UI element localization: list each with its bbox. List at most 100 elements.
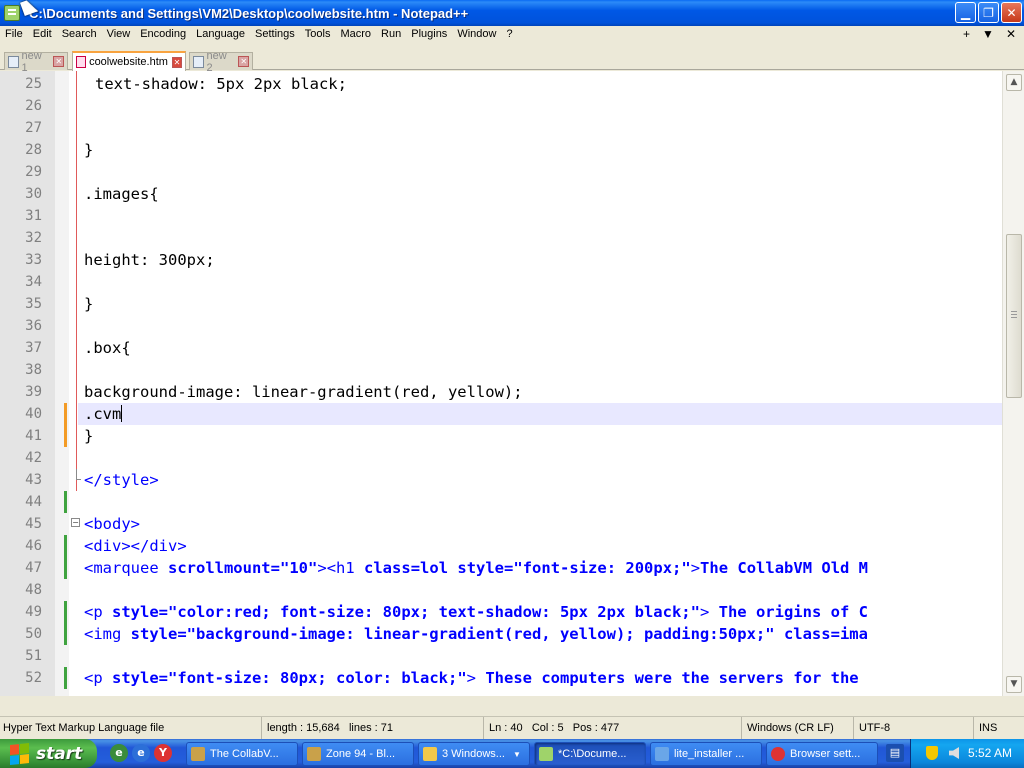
menu-search[interactable]: Search (57, 26, 102, 43)
saved-change-marker (64, 601, 67, 623)
taskbar-item-lite-installer[interactable]: lite_installer ... (650, 742, 762, 766)
menu-right-controls: + ▼ ✕ (963, 26, 1016, 43)
code-line[interactable]: 51 (0, 645, 1002, 667)
tab-list-icon[interactable]: ▼ (982, 26, 994, 43)
code-line[interactable]: 49 <p style="color:red; font-size: 80px;… (0, 601, 1002, 623)
code-line[interactable]: 52 <p style="font-size: 80px; color: bla… (0, 667, 1002, 689)
title-bar[interactable]: *C:\Documents and Settings\VM2\Desktop\c… (0, 0, 1024, 26)
code-line[interactable]: 28 } (0, 139, 1002, 161)
code-line[interactable]: 37 .box{ (0, 337, 1002, 359)
menu-view[interactable]: View (102, 26, 136, 43)
volume-icon[interactable] (949, 747, 959, 759)
code-line[interactable]: 29 (0, 161, 1002, 183)
notepadpp-icon[interactable] (4, 5, 20, 21)
line-text: </style> (84, 471, 159, 489)
tab-new-2[interactable]: new 2 ✕ (189, 50, 253, 74)
menu-help[interactable]: ? (501, 26, 517, 43)
menu-plugins[interactable]: Plugins (406, 26, 452, 43)
line-number: 36 (25, 318, 42, 334)
tab-label: new 1 (21, 49, 42, 74)
code-editor[interactable]: 25 text-shadow: 5px 2px black; 26 27 28 … (0, 71, 1024, 696)
line-number: 46 (25, 538, 42, 554)
line-text: <marquee scrollmount="10"><h1 class=lol … (84, 559, 869, 577)
tab-new-1[interactable]: new 1 ✕ (4, 50, 68, 74)
code-line-current[interactable]: 40 .cvm (0, 403, 1002, 425)
close-button[interactable]: ✕ (1001, 2, 1022, 23)
menu-run[interactable]: Run (376, 26, 406, 43)
taskbar-item-zone94[interactable]: Zone 94 - Bl... (302, 742, 414, 766)
yandex-browser-icon[interactable]: Y (154, 744, 172, 762)
menu-settings[interactable]: Settings (250, 26, 300, 43)
start-button[interactable]: start (0, 739, 97, 768)
status-encoding[interactable]: UTF-8 (856, 717, 974, 739)
status-insert-mode[interactable]: INS (976, 717, 1024, 739)
code-line[interactable]: 39 background-image: linear-gradient(red… (0, 381, 1002, 403)
maximize-button[interactable]: ❐ (978, 2, 999, 23)
code-line[interactable]: 50 <img style="background-image: linear-… (0, 623, 1002, 645)
close-document-icon[interactable]: ✕ (1006, 26, 1016, 43)
code-line[interactable]: 26 (0, 95, 1002, 117)
taskbar-item-collabvm[interactable]: The CollabV... (186, 742, 298, 766)
code-line[interactable]: 38 (0, 359, 1002, 381)
code-line[interactable]: 47 <marquee scrollmount="10"><h1 class=l… (0, 557, 1002, 579)
code-line[interactable]: 27 (0, 117, 1002, 139)
notepadpp-icon (539, 747, 553, 761)
status-ln: Ln : 40 (489, 722, 523, 734)
code-line[interactable]: 43 </style> (0, 469, 1002, 491)
taskbar-item-label: Zone 94 - Bl... (326, 748, 396, 760)
menu-edit[interactable]: Edit (28, 26, 57, 43)
code-line[interactable]: 25 text-shadow: 5px 2px black; (0, 73, 1002, 95)
code-line[interactable]: 42 (0, 447, 1002, 469)
security-shield-icon[interactable] (926, 746, 938, 760)
fold-toggle-icon[interactable]: − (71, 518, 80, 527)
tab-close-icon[interactable]: ✕ (171, 56, 182, 68)
code-line[interactable]: 35 } (0, 293, 1002, 315)
code-line[interactable]: 41 } (0, 425, 1002, 447)
code-line[interactable]: 33 height: 300px; (0, 249, 1002, 271)
scroll-thumb[interactable] (1006, 234, 1022, 398)
scroll-down-icon[interactable]: ▼ (1006, 676, 1022, 693)
code-line[interactable]: 32 (0, 227, 1002, 249)
scroll-up-icon[interactable]: ▲ (1006, 74, 1022, 91)
code-line[interactable]: 34 (0, 271, 1002, 293)
code-line[interactable]: 31 (0, 205, 1002, 227)
tab-close-icon[interactable]: ✕ (238, 56, 249, 67)
vertical-scrollbar[interactable]: ▲ ▼ (1002, 71, 1024, 696)
code-line[interactable]: 30 .images{ (0, 183, 1002, 205)
line-number: 45 (25, 516, 42, 532)
notepadpp-window: *C:\Documents and Settings\VM2\Desktop\c… (0, 0, 1024, 768)
minimize-button[interactable]: ▁ (955, 2, 976, 23)
line-text-content: .cvm (84, 405, 122, 423)
menu-language[interactable]: Language (191, 26, 250, 43)
line-text: .cvm (84, 403, 123, 425)
code-line[interactable]: 44 (0, 491, 1002, 513)
taskbar-item-browser-settings[interactable]: Browser sett... (766, 742, 878, 766)
taskbar: start e e Y The CollabV... Zone 94 - Bl.… (0, 739, 1024, 768)
line-number: 44 (25, 494, 42, 510)
tab-label: coolwebsite.htm (89, 56, 168, 68)
line-number: 47 (25, 560, 42, 576)
menu-tools[interactable]: Tools (300, 26, 336, 43)
code-line[interactable]: 36 (0, 315, 1002, 337)
menu-macro[interactable]: Macro (335, 26, 376, 43)
show-desktop-icon[interactable]: e (110, 744, 128, 762)
status-position: Ln : 40 Col : 5 Pos : 477 (486, 717, 742, 739)
status-eol[interactable]: Windows (CR LF) (744, 717, 854, 739)
menu-window[interactable]: Window (452, 26, 501, 43)
code-line[interactable]: 46 <div></div> (0, 535, 1002, 557)
saved-change-marker (64, 623, 67, 645)
line-number: 35 (25, 296, 42, 312)
internet-explorer-icon[interactable]: e (132, 744, 150, 762)
code-line[interactable]: 45 − <body> (0, 513, 1002, 535)
tab-close-icon[interactable]: ✕ (53, 56, 64, 67)
menu-file[interactable]: File (0, 26, 28, 43)
menu-encoding[interactable]: Encoding (135, 26, 191, 43)
clock[interactable]: 5:52 AM (968, 739, 1012, 768)
tab-coolwebsite[interactable]: coolwebsite.htm ✕ (72, 51, 186, 71)
code-line[interactable]: 48 (0, 579, 1002, 601)
taskbar-item-notepadpp[interactable]: *C:\Docume... (534, 742, 646, 766)
taskbar-item-windows-group[interactable]: 3 Windows... ▼ (418, 742, 530, 766)
line-number: 25 (25, 76, 42, 92)
keyboard-icon[interactable]: ▤ (886, 744, 904, 762)
new-tab-icon[interactable]: + (963, 26, 970, 43)
